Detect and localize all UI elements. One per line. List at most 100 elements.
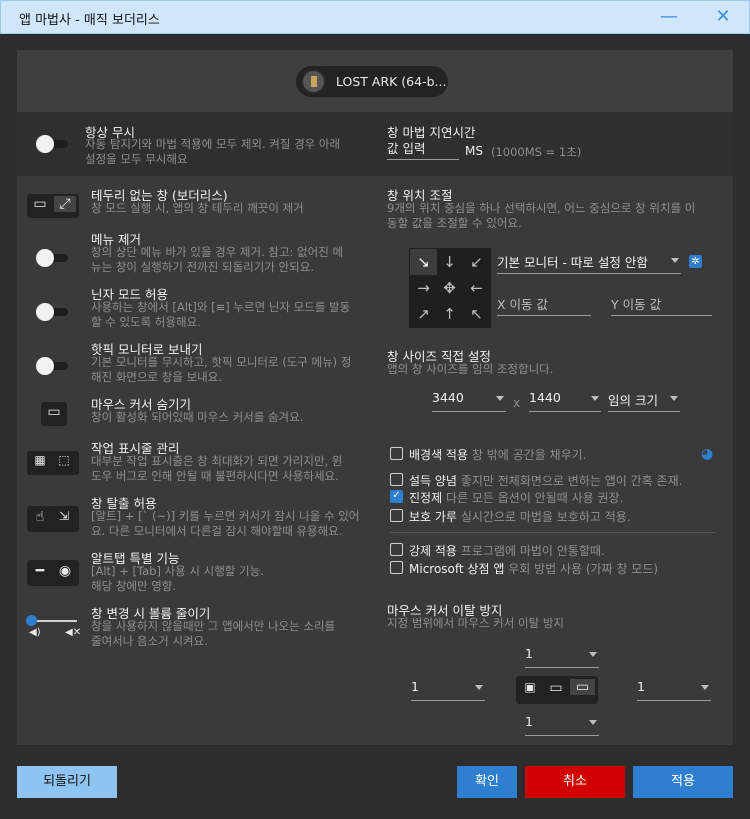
volume-desc-2: 줄여서나 음소거 시켜요. [91, 634, 208, 648]
cursor-lock-mode-group: ▣ ▭ ▭ [516, 676, 598, 704]
ninja-toggle[interactable] [36, 302, 70, 322]
cursor-lock-right-select[interactable]: 1 [637, 679, 711, 701]
palette-icon[interactable]: ◕ [701, 446, 713, 462]
window-title: 앱 마법사 - 매직 보더리스 [19, 13, 160, 28]
cancel-button[interactable]: 취소 [525, 766, 625, 798]
escape-desc-1: [알트] + [` (~)] 키를 누르면 커서가 잠시 나올 수 있어 [91, 509, 360, 523]
position-desc-2: 동할 값을 조절할 수 있어요. [387, 216, 522, 230]
ignore-toggle[interactable] [36, 134, 70, 154]
eye-icon: ◉ [58, 563, 72, 579]
app-icon [301, 69, 326, 94]
volume-icon: ◀) [29, 627, 41, 638]
size-x-separator: x [513, 396, 521, 410]
option-label-2: 진정제 다른 모든 옵션이 안될때 사용 권장. [409, 491, 624, 505]
delay-hint: (1000MS = 1초) [491, 145, 582, 159]
minimize-icon[interactable]: — [657, 6, 681, 30]
ninja-desc-2: 할 수 있도록 허용해요. [91, 315, 201, 329]
position-arrow-w[interactable]: ← [463, 275, 490, 301]
title-bar: 앱 마법사 - 매직 보더리스 — ✕ [0, 0, 750, 34]
position-grid: ↘ ↓ ↙ → ✥ ← ↗ ↑ ↖ [409, 248, 491, 328]
option-checkbox-0[interactable] [390, 447, 403, 460]
option-label-4: 강제 적용 프로그램에 마법이 안통할때. [409, 544, 605, 558]
monitor-select-value: 기본 모니터 - 따로 설정 안함 [497, 255, 648, 270]
window-icon: ▭ [47, 404, 61, 420]
hand-pointer-icon: ☝ [35, 509, 45, 525]
alttab-desc-1: [Alt] + [Tab] 사용 시 시행할 기능. [91, 564, 264, 578]
alttab-desc-2: 해당 창에만 영향. [91, 579, 177, 593]
app-chip[interactable]: LOST ARK (64-b... [296, 66, 448, 97]
size-preset-value: 임의 크기 [608, 393, 658, 408]
taskbar-toggle[interactable]: ▦ ⬚ [27, 451, 79, 475]
height-value: 1440 [529, 390, 561, 405]
app-name: LOST ARK (64-b... [336, 74, 447, 89]
position-arrow-sw[interactable]: ↙ [463, 249, 490, 275]
hotkey-monitor-toggle[interactable] [36, 356, 70, 376]
delay-unit: MS [465, 144, 483, 158]
option-checkbox-5[interactable] [390, 561, 403, 574]
borderless-desc: 창 모드 실행 시, 앱의 창 테두리 깨끗이 제거 [91, 201, 304, 215]
window-icon: ▭ [33, 196, 47, 212]
taskbar-hide-icon: ⬚ [58, 453, 70, 467]
position-arrow-se[interactable]: ↘ [410, 249, 437, 275]
y-offset-input[interactable]: Y 이동 값 [611, 294, 712, 316]
ok-button[interactable]: 확인 [457, 766, 517, 798]
size-preset-select[interactable]: 임의 크기 [608, 390, 680, 412]
settings-gear-icon[interactable]: ✲ [689, 255, 702, 268]
mute-icon: ◀✕ [65, 627, 82, 638]
taskbar-desc-1: 대부분 작업 표시줄은 창 최대화가 되면 가리지만, 윈 [91, 454, 343, 468]
options-divider [390, 532, 716, 533]
position-arrow-e[interactable]: → [410, 275, 437, 301]
escape-toggle[interactable]: ☝ ⇲ [27, 506, 79, 532]
ignore-desc-2: 설정을 모두 무시해요 [85, 152, 188, 166]
settings-panel: LOST ARK (64-b... 항상 무시 자동 탐지기와 마법 적용에 모… [17, 50, 733, 745]
option-checkbox-4[interactable] [390, 543, 403, 556]
cursor-lock-bottom-value: 1 [525, 714, 533, 729]
escape-desc-2: 요. 다른 모니터에서 다른걸 잠시 해야할때 유용해요. [91, 524, 343, 538]
position-arrow-ne[interactable]: ↗ [410, 301, 437, 327]
hotkey-monitor-desc-1: 기본 모니터를 무시하고, 핫픽 모니터로 (도구 메뉴) 정 [91, 355, 352, 369]
window-icon[interactable]: ▭ [544, 680, 568, 696]
monitor-icon[interactable]: ▭ [570, 679, 595, 695]
volume-slider-knob[interactable] [26, 615, 37, 626]
cursor-lock-bottom-select[interactable]: 1 [525, 714, 599, 736]
app-header: LOST ARK (64-b... [17, 50, 733, 112]
option-label-5: Microsoft 상점 앱 우회 방법 사용 (가짜 창 모드) [409, 562, 659, 576]
option-label-0: 배경색 적용 창 밖에 공간을 채우기. [409, 448, 587, 462]
position-arrow-n[interactable]: ↑ [436, 301, 463, 327]
menu-toggle[interactable] [36, 248, 70, 268]
delay-placeholder: 값 입력 [387, 141, 426, 156]
apply-button[interactable]: 적용 [633, 766, 733, 798]
delay-input[interactable]: 값 입력 [387, 138, 459, 160]
reset-button[interactable]: 되돌리기 [17, 766, 117, 798]
close-icon[interactable]: ✕ [711, 6, 735, 30]
cursor-hide-desc: 창이 활성화 되어있때 마우스 커서를 숨겨요. [91, 410, 304, 424]
position-desc-1: 9개의 위치 중심을 하나 선택하시면, 어느 중심으로 창 위치를 이 [387, 201, 696, 215]
cursor-lock-left-select[interactable]: 1 [411, 679, 485, 701]
alttab-toggle[interactable]: ━ ◉ [27, 560, 79, 586]
cursor-hide-toggle[interactable]: ▭ [41, 402, 67, 426]
escape-icon: ⇲ [58, 509, 70, 523]
option-checkbox-3[interactable] [390, 509, 403, 522]
image-icon[interactable]: ▣ [518, 680, 542, 694]
size-desc: 앱의 창 사이즈를 임의 조정합니다. [387, 362, 554, 376]
option-label-3: 보호 가루 실시간으로 마법을 보호하고 적용. [409, 510, 631, 524]
y-offset-placeholder: Y 이동 값 [611, 297, 662, 312]
position-arrow-nw[interactable]: ↖ [463, 301, 490, 327]
cursor-lock-left-value: 1 [411, 679, 419, 694]
width-select[interactable]: 3440 [432, 390, 506, 412]
position-arrow-s[interactable]: ↓ [436, 249, 463, 275]
option-checkbox-1[interactable] [390, 473, 403, 486]
volume-desc-1: 창을 사용하지 않을때만 그 앱에서만 나오는 소리를 [91, 619, 336, 633]
cursor-lock-top-select[interactable]: 1 [525, 646, 599, 668]
option-checkbox-2[interactable]: ✓ [390, 490, 403, 503]
height-select[interactable]: 1440 [529, 390, 601, 412]
width-value: 3440 [432, 390, 464, 405]
option-label-1: 설득 양념 좋지만 전체화면으로 변하는 앱이 간혹 존재. [409, 474, 683, 488]
ninja-desc-1: 사용하는 창에서 [Alt]와 [≡] 누르면 닌자 모드를 발동 [91, 300, 351, 314]
borderless-toggle[interactable]: ▭ ⤢ [27, 194, 79, 218]
cursor-lock-right-value: 1 [637, 679, 645, 694]
monitor-select[interactable]: 기본 모니터 - 따로 설정 안함 [497, 252, 681, 274]
taskbar-show-icon: ▦ [34, 453, 46, 467]
position-center[interactable]: ✥ [436, 275, 463, 301]
x-offset-input[interactable]: X 이동 값 [497, 294, 591, 316]
